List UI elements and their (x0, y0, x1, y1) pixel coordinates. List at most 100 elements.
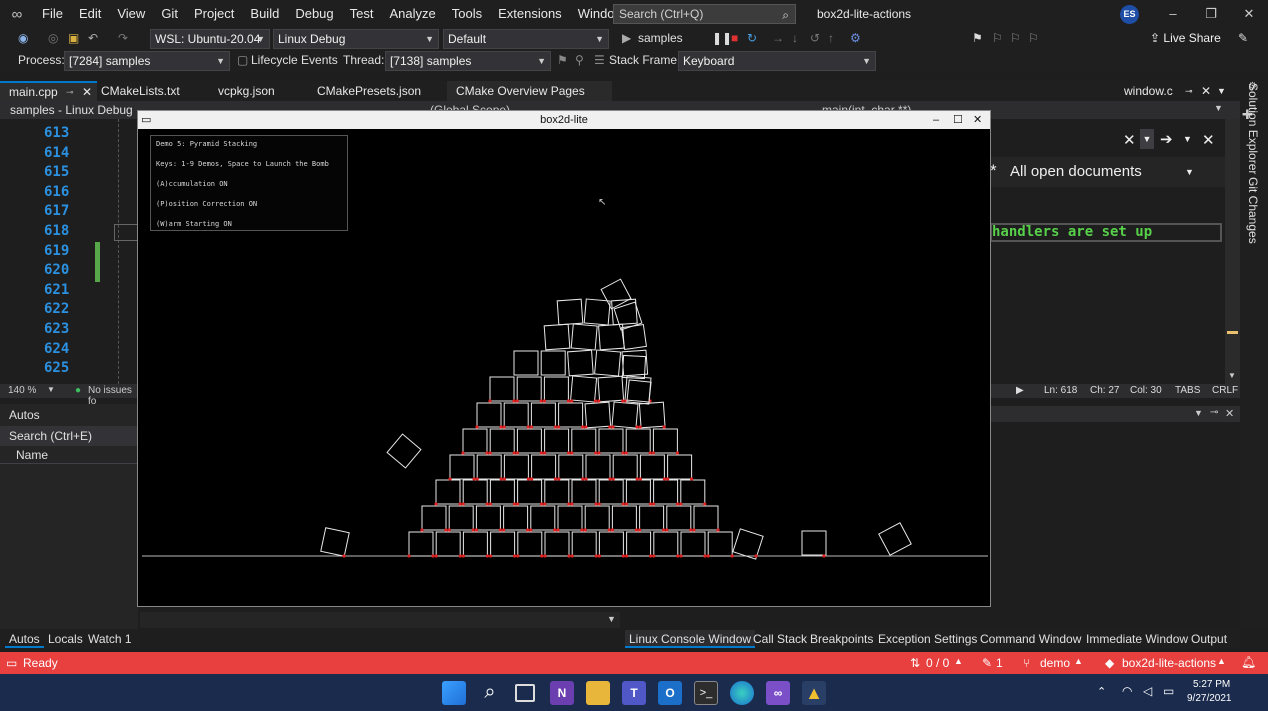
chevron-down-icon[interactable]: ▼ (1194, 408, 1203, 418)
undo-icon[interactable]: ↶ (88, 31, 98, 45)
menu-analyze[interactable]: Analyze (381, 0, 443, 28)
chevron-down-icon[interactable]: ▼ (1217, 81, 1226, 101)
lifecycle-events-button[interactable]: Lifecycle Events (251, 53, 338, 67)
search-input[interactable]: Search (Ctrl+Q) ⌕ (613, 4, 796, 24)
line-number-indicator[interactable]: Ln: 618 (1044, 385, 1077, 396)
tab-call-stack[interactable]: Call Stack (749, 630, 811, 648)
continue-play-icon[interactable]: ▶ (622, 31, 631, 45)
menu-extensions[interactable]: Extensions (490, 0, 570, 28)
filter-icon[interactable]: ⚲ (575, 53, 584, 67)
commits-count[interactable]: 1 (996, 656, 1003, 670)
arrow-right-icon[interactable]: ➔ (1160, 130, 1173, 148)
debug-settings-icon[interactable]: ⚙ (850, 31, 861, 45)
configuration-select[interactable]: Linux Debug ▼ (273, 29, 439, 49)
zoom-level[interactable]: 140 % (8, 385, 36, 396)
repo-name[interactable]: box2d-lite-actions (1122, 656, 1216, 670)
tab-immediate-window[interactable]: Immediate Window (1082, 630, 1192, 648)
branch-name[interactable]: demo (1040, 656, 1070, 670)
tab-breakpoints[interactable]: Breakpoints (806, 630, 877, 648)
close-tab-icon[interactable]: ✕ (82, 83, 92, 101)
outlook-icon[interactable]: O (658, 681, 682, 705)
code-line[interactable]: handlers are set up (990, 223, 1222, 242)
bookmark-clear-icon[interactable]: ⚐ (1028, 31, 1039, 45)
stack-frame-select[interactable]: Keyboard ▼ (678, 51, 876, 71)
maximize-icon[interactable]: ☐ (953, 111, 963, 129)
tabs-indicator[interactable]: TABS (1175, 385, 1200, 396)
step-over-icon[interactable]: → (772, 31, 784, 45)
tab-cmake-overview[interactable]: CMake Overview Pages (447, 81, 612, 101)
clock-time[interactable]: 5:27 PM (1193, 679, 1230, 690)
code-editor-gutter[interactable]: 613 614 615 616 617 618 619 620 621 622 623 624 625 (0, 119, 138, 384)
tab-output[interactable]: Output (1187, 630, 1231, 648)
scroll-right-icon[interactable]: ▶ (1016, 385, 1024, 396)
menu-build[interactable]: Build (242, 0, 287, 28)
speaker-icon[interactable]: ◁ (1143, 684, 1152, 698)
pause-icon[interactable]: ❚❚ (712, 31, 732, 45)
column-indicator[interactable]: Col: 30 (1130, 385, 1162, 396)
menu-test[interactable]: Test (342, 0, 382, 28)
editor-scrollbar[interactable]: ▼ (1225, 119, 1240, 384)
windows-start-icon[interactable] (442, 681, 466, 705)
app-menu-icon[interactable]: ▭ (141, 111, 151, 129)
simulation-canvas[interactable]: Demo 5: Pyramid Stacking Keys: 1-9 Demos,… (142, 129, 988, 603)
onenote-icon[interactable]: N (550, 681, 574, 705)
char-indicator[interactable]: Ch: 27 (1090, 385, 1119, 396)
avatar[interactable]: ES (1120, 5, 1139, 24)
changes-count[interactable]: 0 / 0 (926, 656, 949, 670)
tab-exception-settings[interactable]: Exception Settings (874, 630, 981, 648)
close-panel-icon[interactable]: ✕ (1202, 131, 1215, 149)
threads-icon[interactable]: ☰ (594, 53, 605, 67)
chevron-down-icon[interactable]: ▼ (1214, 103, 1223, 113)
flag-icon[interactable]: ⚑ (557, 53, 568, 67)
chevron-up-icon[interactable]: ⌃ (1097, 685, 1106, 698)
pin-icon[interactable]: ⊸ (1210, 407, 1218, 418)
terminal-icon[interactable]: >_ (694, 681, 718, 705)
menu-project[interactable]: Project (186, 0, 242, 28)
task-view-icon[interactable] (515, 684, 535, 702)
line-ending-indicator[interactable]: CRLF (1212, 385, 1238, 396)
tab-autos[interactable]: Autos (5, 630, 44, 648)
edge-browser-icon[interactable] (730, 681, 754, 705)
search-icon[interactable]: ⌕ (478, 681, 502, 705)
redo-icon[interactable]: ↷ (118, 31, 128, 45)
visual-studio-icon[interactable]: ∞ (766, 681, 790, 705)
tab-linux-console[interactable]: Linux Console Window (625, 630, 756, 648)
maximize-icon[interactable]: ❐ (1192, 0, 1230, 28)
target-system-select[interactable]: WSL: Ubuntu-20.04 ▼ (150, 29, 270, 49)
menu-edit[interactable]: Edit (71, 0, 109, 28)
notification-bell-icon[interactable]: 🔔︎ (1241, 655, 1256, 669)
step-back-icon[interactable]: ↺ (810, 31, 820, 45)
tab-command-window[interactable]: Command Window (976, 630, 1085, 648)
tab-cmakepresets[interactable]: CMakePresets.json (308, 81, 443, 101)
solution-explorer-tab[interactable]: Solution Explorer (1246, 83, 1260, 174)
file-explorer-icon[interactable] (586, 681, 610, 705)
step-out-icon[interactable]: ↑ (828, 31, 834, 45)
step-into-icon[interactable]: ↓ (792, 31, 798, 45)
search-icon[interactable]: ⌕ (782, 6, 789, 24)
name-column-header[interactable]: Name (0, 446, 138, 464)
menu-git[interactable]: Git (153, 0, 186, 28)
tab-main-cpp[interactable]: main.cpp ⊸ ✕ (0, 81, 97, 101)
forward-icon[interactable]: ◎ (48, 31, 58, 45)
restart-icon[interactable]: ↻ (747, 31, 757, 45)
bookmark-prev-icon[interactable]: ⚐ (992, 31, 1003, 45)
back-icon[interactable]: ◉ (18, 31, 28, 45)
app-title-bar[interactable]: ▭ box2d-lite – ☐ ✕ (138, 111, 990, 129)
autos-search-input[interactable]: Search (Ctrl+E) (0, 426, 138, 446)
feedback-icon[interactable]: ✎ (1238, 31, 1248, 45)
close-icon[interactable]: ✕ (1225, 407, 1234, 420)
pin-icon[interactable]: ⊸ (66, 83, 74, 101)
bookmark-icon[interactable]: ⚑ (972, 31, 983, 45)
wifi-icon[interactable]: ◠ (1122, 684, 1132, 698)
thread-select[interactable]: [7138] samples ▼ (385, 51, 551, 71)
menu-tools[interactable]: Tools (444, 0, 490, 28)
visual-studio-logo-icon[interactable]: ∞ (0, 0, 34, 28)
chevron-up-icon[interactable]: ▲ (1217, 656, 1226, 666)
minimize-icon[interactable]: – (933, 111, 939, 129)
pin-icon[interactable]: ⊸ (1185, 81, 1193, 101)
menu-file[interactable]: File (34, 0, 71, 28)
build-preset-select[interactable]: Default ▼ (443, 29, 609, 49)
box2d-app-window[interactable]: ▭ box2d-lite – ☐ ✕ Demo 5: Pyramid Stack… (137, 110, 991, 607)
clock-date[interactable]: 9/27/2021 (1187, 693, 1232, 704)
menu-view[interactable]: View (109, 0, 153, 28)
